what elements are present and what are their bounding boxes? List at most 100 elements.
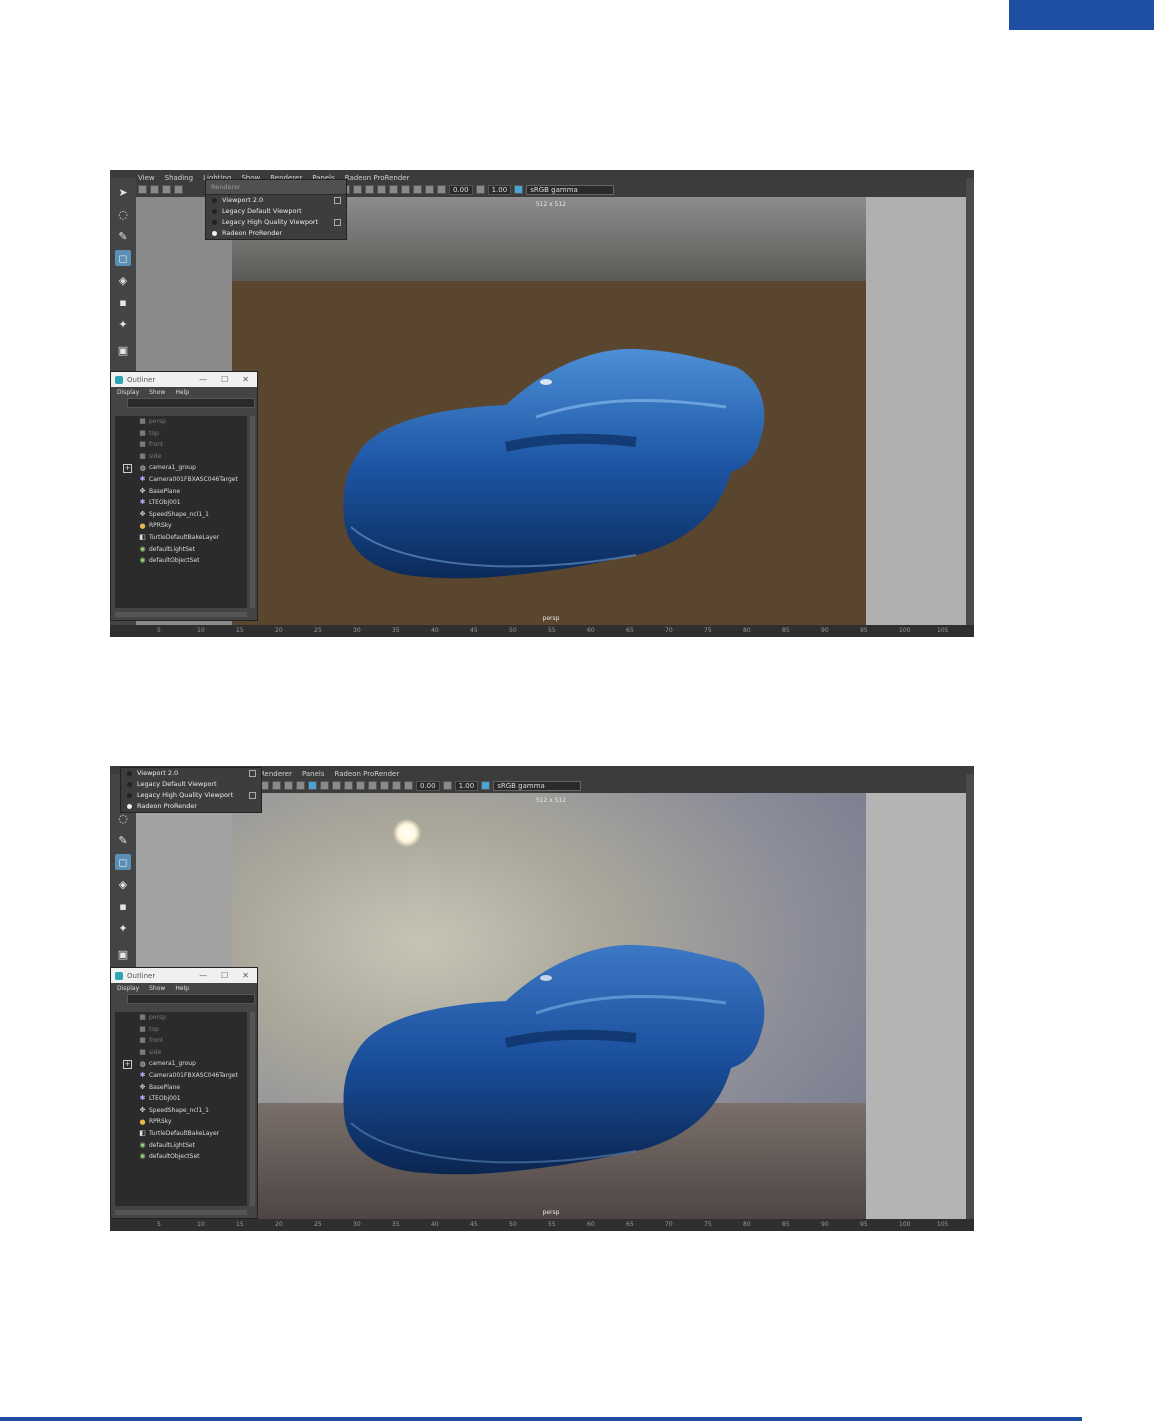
manipulator-icon[interactable]: ✦ [115,920,131,936]
isolate-icon[interactable] [356,781,365,790]
exposure-field[interactable]: 0.00 [449,184,473,195]
paint-select-icon[interactable]: ✎ [115,832,131,848]
exposure-icon[interactable] [437,185,446,194]
list-item[interactable]: ✥ BasePlane [115,1082,247,1094]
list-item[interactable]: ✱ Camera001FBXASC046Target [115,474,247,486]
lasso-tool-icon[interactable]: ◌ [115,206,131,222]
right-scrollbar[interactable] [966,178,974,625]
viewport-panel[interactable]: 512 x 512 persp [136,197,966,625]
list-item[interactable]: ■ front [115,1035,247,1047]
textured-icon[interactable] [308,781,317,790]
menu-item-legacy-default[interactable]: Legacy Default Viewport [121,779,261,790]
list-item[interactable]: ● RPRSky [115,520,247,532]
camera-attr-icon[interactable] [150,185,159,194]
list-item[interactable]: ◉ defaultObjectSet [115,555,247,567]
outliner-menu-show[interactable]: Show [149,985,165,992]
camera-tool-icon[interactable] [138,185,147,194]
gate-icon[interactable] [425,185,434,194]
list-item[interactable]: ◉ defaultLightSet [115,1140,247,1152]
list-item[interactable]: ✱ Camera001FBXASC046Target [115,1070,247,1082]
option-box-icon[interactable] [249,770,256,777]
lights-icon[interactable] [320,781,329,790]
menu-item-radeon-prorender[interactable]: Radeon ProRender [206,228,346,239]
outliner-menu-display[interactable]: Display [117,389,139,396]
time-slider[interactable]: 5 10 15 20 25 30 35 40 45 50 55 60 65 70… [110,1219,974,1231]
list-item[interactable]: ✥ SpeedShape_ncl1_1 [115,1105,247,1117]
menu-radeon-prorender[interactable]: Radeon ProRender [345,174,410,182]
list-item[interactable]: ◧ TurtleDefaultBakeLayer [115,532,247,544]
outliner-vertical-scrollbar[interactable] [250,416,255,608]
color-space-dropdown[interactable]: sRGB gamma [493,780,582,791]
list-item[interactable]: ◉ defaultLightSet [115,544,247,556]
lights-icon[interactable] [353,185,362,194]
menu-item-radeon-prorender[interactable]: Radeon ProRender [121,801,261,812]
grid-view-icon[interactable] [272,781,281,790]
gamma-field[interactable]: 1.00 [454,780,479,791]
list-item[interactable]: ■ side [115,1047,247,1059]
list-item[interactable]: ■ side [115,451,247,463]
grid-icon[interactable] [380,781,389,790]
manipulator-icon[interactable]: ✦ [115,316,131,332]
list-item[interactable]: ■ front [115,439,247,451]
menu-renderer[interactable]: Renderer [260,770,292,778]
xray-icon[interactable] [401,185,410,194]
list-item[interactable]: ■ persp [115,1012,247,1024]
color-management-icon[interactable] [514,185,524,194]
option-box-icon[interactable] [249,792,256,799]
list-item[interactable]: ■ top [115,1024,247,1036]
ao-icon[interactable] [344,781,353,790]
maximize-icon[interactable]: ☐ [221,375,228,384]
rotate-tool-icon[interactable]: ◈ [115,876,131,892]
expand-icon[interactable]: + [123,1060,132,1070]
bookmark-icon[interactable] [162,185,171,194]
menu-view[interactable]: View [138,174,155,182]
menu-radeon-prorender[interactable]: Radeon ProRender [334,770,399,778]
isolate-icon[interactable] [389,185,398,194]
menu-item-legacy-high-quality[interactable]: Legacy High Quality Viewport [121,790,261,801]
rotate-tool-icon[interactable]: ◈ [115,272,131,288]
expand-icon[interactable]: + [123,464,132,474]
menu-item-legacy-default[interactable]: Legacy Default Viewport [206,206,346,217]
paint-select-icon[interactable]: ✎ [115,228,131,244]
list-item[interactable]: ● RPRSky [115,1116,247,1128]
shadows-icon[interactable] [332,781,341,790]
outliner-menu-display[interactable]: Display [117,985,139,992]
gamma-icon[interactable] [475,185,485,194]
shadows-icon[interactable] [365,185,374,194]
exposure-icon[interactable] [404,781,413,790]
outliner-search-input[interactable] [127,994,255,1004]
menu-item-legacy-high-quality[interactable]: Legacy High Quality Viewport [206,217,346,228]
outliner-horizontal-scrollbar[interactable] [115,1210,247,1215]
close-icon[interactable]: ✕ [242,375,249,384]
scale-tool-icon[interactable]: ▪ [115,294,131,310]
minimize-icon[interactable]: — [199,375,207,384]
color-management-icon[interactable] [481,781,491,790]
outliner-menu-help[interactable]: Help [175,985,189,992]
image-plane-icon[interactable] [174,185,183,194]
minimize-icon[interactable]: — [199,971,207,980]
menu-item-viewport-2[interactable]: Viewport 2.0 [121,768,261,779]
grid-icon[interactable] [413,185,422,194]
list-item[interactable]: + ◍ camera1_group [115,1058,247,1070]
list-item[interactable]: ■ top [115,428,247,440]
list-item[interactable]: ◧ TurtleDefaultBakeLayer [115,1128,247,1140]
exposure-field[interactable]: 0.00 [416,780,440,791]
select-tool-icon[interactable]: ➤ [115,184,131,200]
outliner-horizontal-scrollbar[interactable] [115,612,247,617]
outliner-menu-show[interactable]: Show [149,389,165,396]
wireframe-icon[interactable] [284,781,293,790]
ao-icon[interactable] [377,185,386,194]
outliner-menu-help[interactable]: Help [175,389,189,396]
option-box-icon[interactable] [334,219,341,226]
viewport-panel[interactable]: 512 x 512 persp [136,793,966,1219]
color-space-dropdown[interactable]: sRGB gamma [526,184,615,195]
outliner-titlebar[interactable]: Outliner — ☐ ✕ [111,372,257,387]
layout-icon[interactable]: ▣ [115,946,131,962]
list-item[interactable]: ✥ BasePlane [115,486,247,498]
list-item[interactable]: ✱ LTEObj001 [115,1093,247,1105]
outliner-vertical-scrollbar[interactable] [250,1012,255,1206]
option-box-icon[interactable] [334,197,341,204]
gamma-icon[interactable] [442,781,452,790]
right-scrollbar[interactable] [966,774,974,1219]
outliner-search-input[interactable] [127,398,255,408]
